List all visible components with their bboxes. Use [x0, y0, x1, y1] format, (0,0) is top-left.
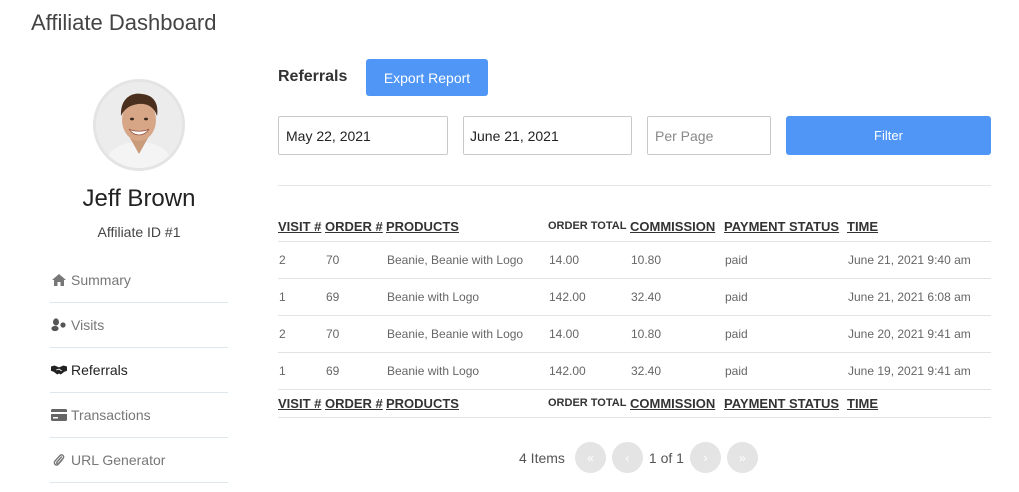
visit-cell: 2: [278, 241, 325, 279]
end-date-input[interactable]: [463, 116, 632, 155]
column-footer-visit[interactable]: VISIT #: [278, 389, 325, 418]
visit-cell: 1: [278, 352, 325, 390]
visit-cell: 2: [278, 315, 325, 353]
products-cell: Beanie, Beanie with Logo: [386, 241, 548, 279]
commission-cell: 32.40: [630, 278, 724, 316]
sidebar-item-transactions[interactable]: Transactions: [50, 393, 228, 438]
export-report-button[interactable]: Export Report: [366, 59, 488, 96]
sidebar-item-label: URL Generator: [71, 452, 166, 468]
column-header-order-total: ORDER TOTAL: [548, 212, 630, 242]
column-footer-commission[interactable]: COMMISSION: [630, 389, 724, 418]
column-footer-time[interactable]: TIME: [847, 389, 991, 418]
order-cell: 69: [325, 278, 386, 316]
order-total-cell: 142.00: [548, 278, 630, 316]
column-footer-payment-status[interactable]: PAYMENT STATUS: [724, 389, 847, 418]
column-footer-products[interactable]: PRODUCTS: [386, 389, 548, 418]
payment-status-cell: paid: [724, 315, 847, 353]
last-page-button[interactable]: »: [726, 442, 758, 473]
order-cell: 70: [325, 241, 386, 279]
products-cell: Beanie with Logo: [386, 278, 548, 316]
affiliate-id: Affiliate ID #1: [97, 224, 181, 240]
referrals-title: Referrals: [278, 68, 348, 85]
pagination: 4 Items « ‹ 1 of 1 › »: [519, 442, 758, 473]
order-total-cell: 14.00: [548, 315, 630, 353]
user-name: Jeff Brown: [82, 185, 196, 212]
commission-cell: 10.80: [630, 241, 724, 279]
sidebar-item-label: Summary: [71, 272, 131, 288]
table-row: 1 69 Beanie with Logo 142.00 32.40 paid …: [278, 352, 991, 390]
sidebar-item-url-generator[interactable]: URL Generator: [50, 438, 228, 483]
column-footer-order-total: ORDER TOTAL: [548, 389, 630, 418]
table-header-row: VISIT # ORDER # PRODUCTS ORDER TOTAL COM…: [278, 212, 991, 242]
visit-cell: 1: [278, 278, 325, 316]
home-icon: [51, 273, 67, 287]
sidebar-item-summary[interactable]: Summary: [50, 258, 228, 303]
next-page-button[interactable]: ›: [689, 442, 721, 473]
column-header-visit[interactable]: VISIT #: [278, 212, 325, 242]
commission-cell: 10.80: [630, 315, 724, 353]
column-header-payment-status[interactable]: PAYMENT STATUS: [724, 212, 847, 242]
column-header-order[interactable]: ORDER #: [325, 212, 386, 242]
order-total-cell: 14.00: [548, 241, 630, 279]
table-row: 2 70 Beanie, Beanie with Logo 14.00 10.8…: [278, 241, 991, 279]
order-cell: 70: [325, 315, 386, 353]
column-header-time[interactable]: TIME: [847, 212, 991, 242]
page-indicator: 1 of 1: [648, 449, 684, 466]
paperclip-icon: [51, 453, 67, 467]
filter-button[interactable]: Filter: [786, 116, 991, 155]
time-cell: June 21, 2021 6:08 am: [847, 278, 991, 316]
payment-status-cell: paid: [724, 278, 847, 316]
sidebar-item-referrals[interactable]: Referrals: [50, 348, 228, 393]
first-page-button[interactable]: «: [574, 442, 606, 473]
payment-status-cell: paid: [724, 241, 847, 279]
credit-card-icon: [51, 408, 67, 422]
column-header-commission[interactable]: COMMISSION: [630, 212, 724, 242]
table-row: 2 70 Beanie, Beanie with Logo 14.00 10.8…: [278, 315, 991, 353]
sidebar-item-label: Transactions: [71, 407, 151, 423]
column-footer-order[interactable]: ORDER #: [325, 389, 386, 418]
per-page-input[interactable]: [647, 116, 771, 155]
products-cell: Beanie with Logo: [386, 352, 548, 390]
sidebar-item-label: Visits: [71, 317, 105, 333]
sidebar-nav: Summary Visits Referrals Transactions UR…: [50, 258, 228, 483]
previous-page-button[interactable]: ‹: [611, 442, 643, 473]
time-cell: June 19, 2021 9:41 am: [847, 352, 991, 390]
column-header-products[interactable]: PRODUCTS: [386, 212, 548, 242]
divider: [278, 185, 991, 186]
order-cell: 69: [325, 352, 386, 390]
page-title: Affiliate Dashboard: [31, 10, 217, 35]
referrals-table: VISIT # ORDER # PRODUCTS ORDER TOTAL COM…: [278, 212, 991, 418]
order-total-cell: 142.00: [548, 352, 630, 390]
payment-status-cell: paid: [724, 352, 847, 390]
handshake-icon: [51, 363, 67, 377]
avatar: [93, 79, 185, 171]
sidebar-item-label: Referrals: [71, 362, 128, 378]
commission-cell: 32.40: [630, 352, 724, 390]
time-cell: June 21, 2021 9:40 am: [847, 241, 991, 279]
footprints-icon: [51, 318, 67, 332]
table-footer-row: VISIT # ORDER # PRODUCTS ORDER TOTAL COM…: [278, 389, 991, 418]
start-date-input[interactable]: [278, 116, 448, 155]
table-row: 1 69 Beanie with Logo 142.00 32.40 paid …: [278, 278, 991, 316]
products-cell: Beanie, Beanie with Logo: [386, 315, 548, 353]
sidebar-item-visits[interactable]: Visits: [50, 303, 228, 348]
items-count: 4 Items: [519, 449, 565, 466]
time-cell: June 20, 2021 9:41 am: [847, 315, 991, 353]
